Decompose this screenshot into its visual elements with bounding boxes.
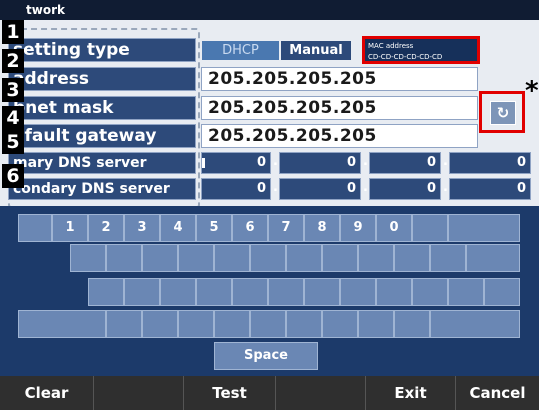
mac-address-box: MAC address CD-CD-CD-CD-CD-CD: [362, 36, 480, 64]
key-2[interactable]: 2: [88, 214, 124, 242]
badge-6: 6: [2, 164, 24, 188]
secondary-dns-octet-1[interactable]: 0: [201, 178, 271, 200]
key-blank[interactable]: [430, 310, 520, 338]
key-7[interactable]: 7: [268, 214, 304, 242]
badge-3: 3: [2, 78, 24, 102]
key-blank[interactable]: [18, 310, 106, 338]
key-blank[interactable]: [322, 310, 358, 338]
key-blank[interactable]: [466, 244, 520, 272]
secondary-dns-dot-2: .: [363, 180, 368, 195]
key-blank[interactable]: [250, 244, 286, 272]
exit-button[interactable]: Exit: [366, 376, 456, 410]
label-subnet-mask: bnet mask: [8, 96, 196, 120]
mac-address-value: CD-CD-CD-CD-CD-CD: [368, 53, 443, 61]
badge-1: 1: [2, 20, 24, 44]
key-9[interactable]: 9: [340, 214, 376, 242]
asterisk-mark: *: [525, 76, 539, 106]
key-blank[interactable]: [106, 244, 142, 272]
on-screen-keyboard: 1 2 3 4 5 6 7 8 9 0 Space: [0, 206, 539, 376]
label-primary-dns: mary DNS server: [8, 152, 196, 174]
badge-4: 4: [2, 106, 24, 130]
key-blank[interactable]: [376, 278, 412, 306]
blank-button[interactable]: [94, 376, 184, 410]
key-blank[interactable]: [106, 310, 142, 338]
primary-dns-octet-1[interactable]: 0: [201, 152, 271, 174]
secondary-dns-octet-3[interactable]: 0: [369, 178, 441, 200]
key-blank[interactable]: [286, 310, 322, 338]
badge-2: 2: [2, 49, 24, 73]
key-blank[interactable]: [70, 244, 106, 272]
primary-dns-octet-2[interactable]: 0: [279, 152, 361, 174]
primary-dns-octet-3[interactable]: 0: [369, 152, 441, 174]
key-blank[interactable]: [286, 244, 322, 272]
key-6[interactable]: 6: [232, 214, 268, 242]
dhcp-toggle-button[interactable]: DHCP: [202, 41, 279, 60]
key-blank[interactable]: [322, 244, 358, 272]
primary-dns-octet-4[interactable]: 0: [449, 152, 531, 174]
ip-address-field[interactable]: 205.205.205.205: [201, 67, 478, 91]
key-blank[interactable]: [88, 278, 124, 306]
test-button[interactable]: Test: [184, 376, 276, 410]
manual-toggle-button[interactable]: Manual: [281, 41, 351, 60]
key-blank[interactable]: [304, 278, 340, 306]
reload-icon[interactable]: ↻: [490, 101, 516, 125]
mac-address-label: MAC address: [368, 42, 414, 50]
key-blank[interactable]: [268, 278, 304, 306]
key-blank[interactable]: [142, 244, 178, 272]
blank-button[interactable]: [276, 376, 366, 410]
key-blank[interactable]: [394, 310, 430, 338]
secondary-dns-octet-2[interactable]: 0: [279, 178, 361, 200]
key-blank[interactable]: [484, 278, 520, 306]
key-blank[interactable]: [178, 310, 214, 338]
key-blank[interactable]: [178, 244, 214, 272]
key-blank[interactable]: [412, 214, 448, 242]
key-blank[interactable]: [448, 214, 520, 242]
key-5[interactable]: 5: [196, 214, 232, 242]
primary-dns-dot-2: .: [363, 154, 368, 169]
key-0[interactable]: 0: [376, 214, 412, 242]
key-blank[interactable]: [214, 310, 250, 338]
key-blank[interactable]: [196, 278, 232, 306]
network-settings-screen: twork setting type address bnet mask efa…: [0, 0, 539, 410]
key-4[interactable]: 4: [160, 214, 196, 242]
key-1[interactable]: 1: [52, 214, 88, 242]
reload-highlight: ↻: [479, 91, 525, 133]
primary-dns-dot-3: .: [443, 154, 448, 169]
key-blank[interactable]: [18, 214, 52, 242]
key-blank[interactable]: [232, 278, 268, 306]
label-secondary-dns: condary DNS server: [8, 178, 196, 200]
key-8[interactable]: 8: [304, 214, 340, 242]
key-blank[interactable]: [412, 278, 448, 306]
label-address: address: [8, 67, 196, 91]
window-title: twork: [0, 0, 539, 20]
subnet-mask-field[interactable]: 205.205.205.205: [201, 96, 478, 120]
secondary-dns-dot-1: .: [273, 180, 278, 195]
key-blank[interactable]: [214, 244, 250, 272]
bottom-button-bar: Clear Test Exit Cancel: [0, 376, 539, 410]
key-blank[interactable]: [358, 310, 394, 338]
key-blank[interactable]: [124, 278, 160, 306]
default-gateway-field[interactable]: 205.205.205.205: [201, 124, 478, 148]
key-blank[interactable]: [142, 310, 178, 338]
key-blank[interactable]: [430, 244, 466, 272]
badge-5: 5: [2, 130, 24, 154]
space-key[interactable]: Space: [214, 342, 318, 370]
secondary-dns-dot-3: .: [443, 180, 448, 195]
clear-button[interactable]: Clear: [0, 376, 94, 410]
text-cursor: [202, 158, 205, 168]
label-setting-type: setting type: [8, 38, 196, 62]
key-blank[interactable]: [250, 310, 286, 338]
key-blank[interactable]: [448, 278, 484, 306]
primary-dns-dot-1: .: [273, 154, 278, 169]
key-blank[interactable]: [358, 244, 394, 272]
key-blank[interactable]: [340, 278, 376, 306]
label-default-gateway: efault gateway: [8, 124, 196, 148]
key-blank[interactable]: [394, 244, 430, 272]
key-blank[interactable]: [160, 278, 196, 306]
key-3[interactable]: 3: [124, 214, 160, 242]
secondary-dns-octet-4[interactable]: 0: [449, 178, 531, 200]
cancel-button[interactable]: Cancel: [456, 376, 539, 410]
